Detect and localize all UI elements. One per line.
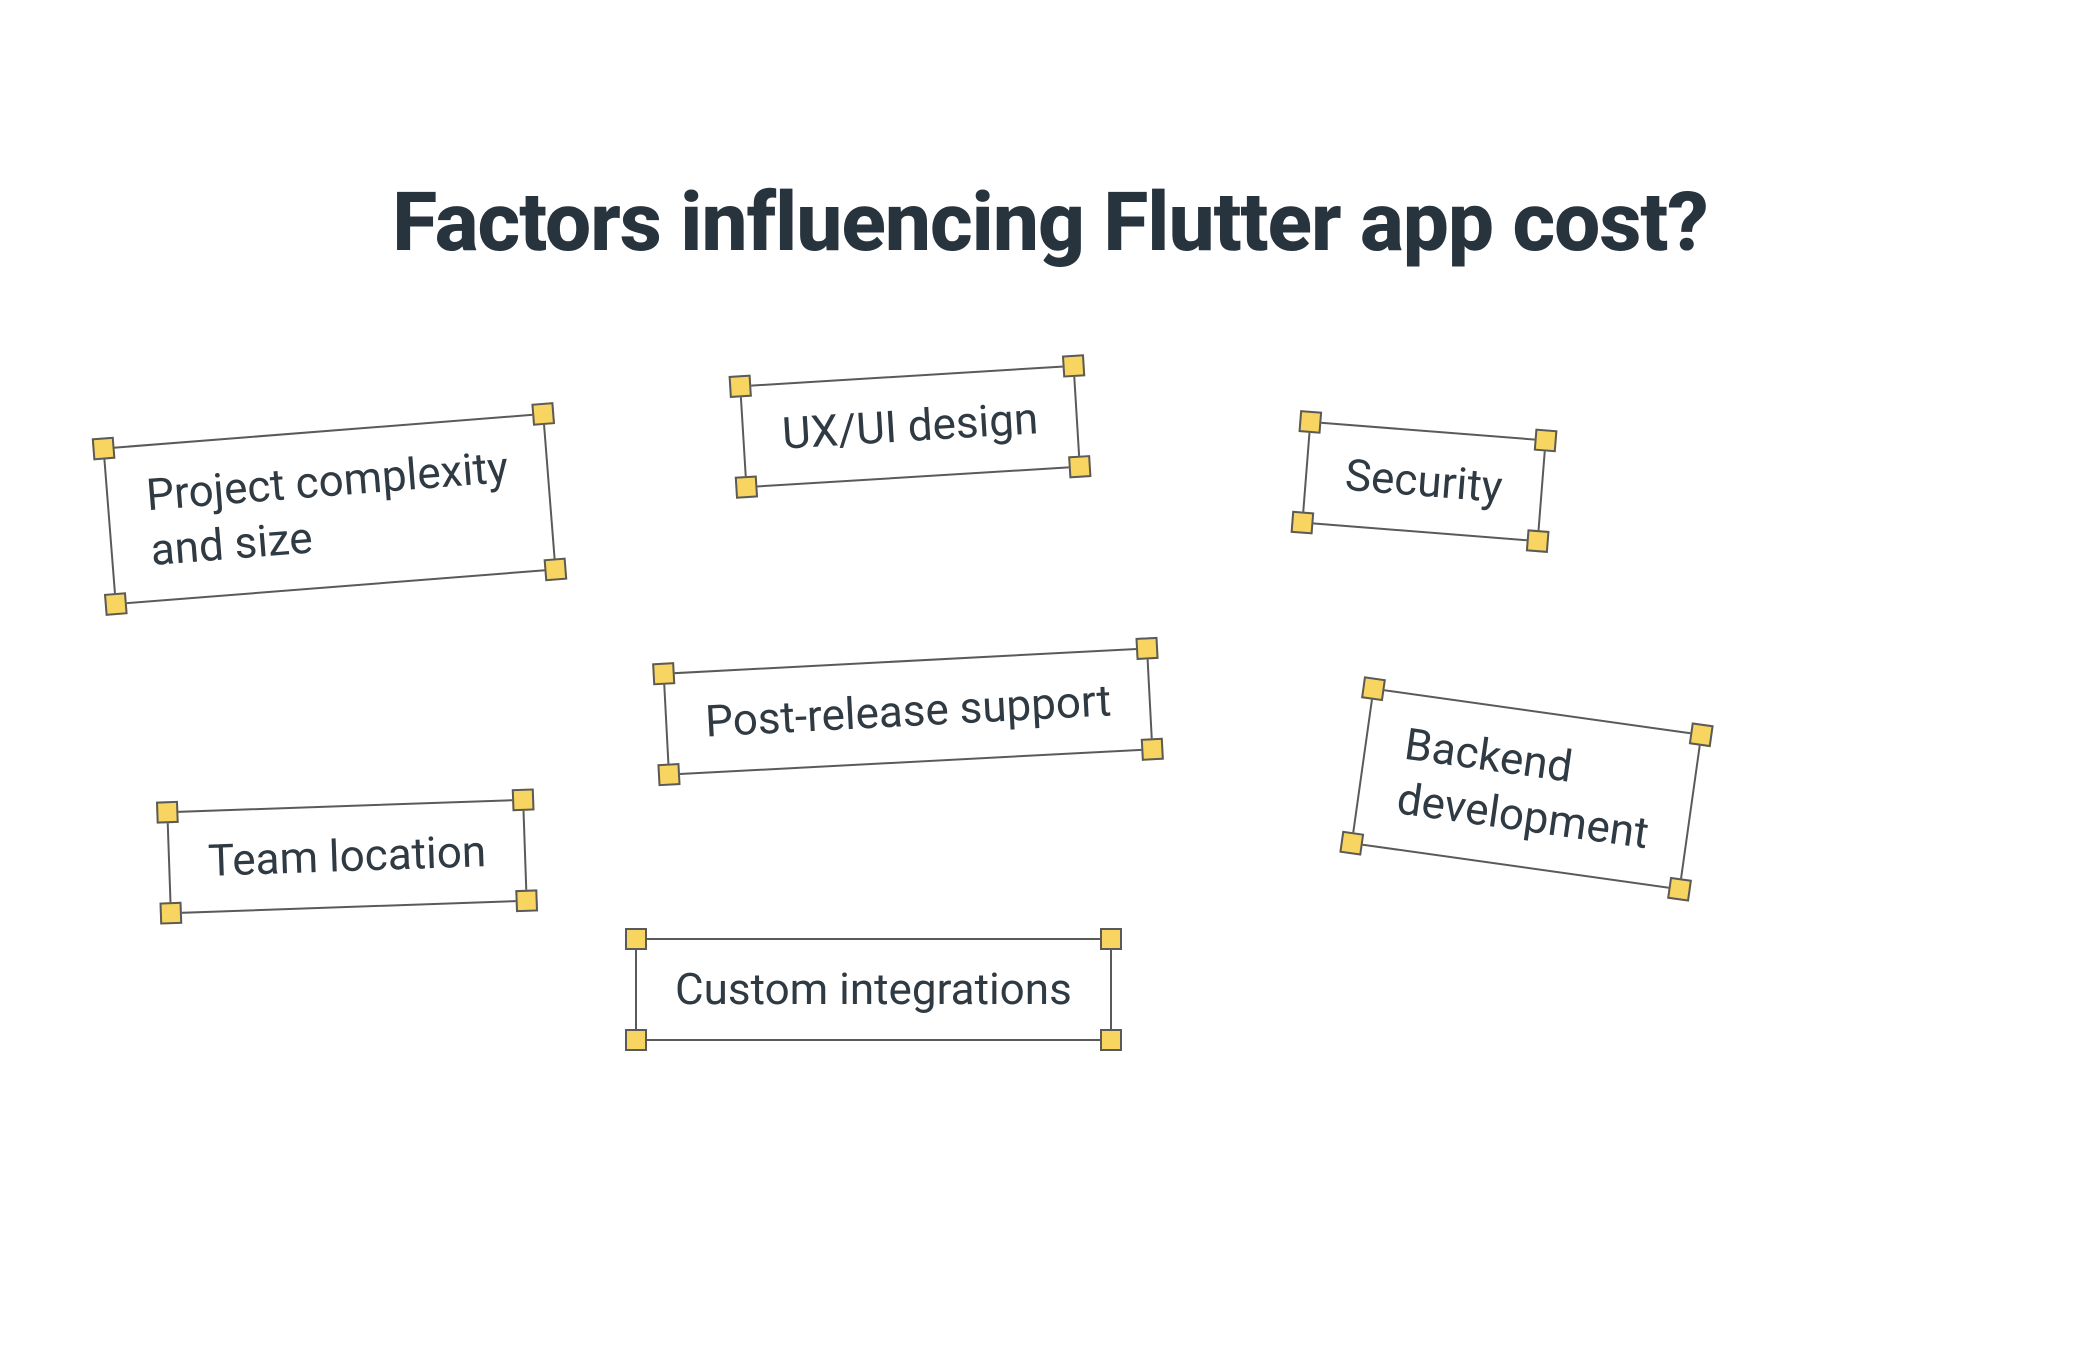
selection-handle-tl bbox=[729, 375, 752, 398]
factor-box: Security bbox=[1301, 421, 1546, 542]
factor-label: Project complexity and size bbox=[144, 441, 510, 576]
selection-handle-tl bbox=[92, 437, 116, 461]
factor-ux-ui-design: UX/UI design bbox=[739, 365, 1081, 488]
selection-handle-tl bbox=[1298, 410, 1322, 434]
factor-project-complexity: Project complexity and size bbox=[102, 413, 556, 605]
selection-handle-tr bbox=[1689, 722, 1714, 747]
selection-handle-br bbox=[1525, 529, 1549, 553]
factor-label: UX/UI design bbox=[781, 392, 1040, 460]
factor-post-release: Post-release support bbox=[663, 647, 1154, 775]
selection-handle-bl bbox=[735, 475, 758, 498]
selection-handle-br bbox=[1068, 455, 1091, 478]
selection-handle-bl bbox=[657, 763, 680, 786]
selection-handle-bl bbox=[1291, 511, 1315, 535]
selection-handle-br bbox=[1667, 877, 1692, 902]
factor-security: Security bbox=[1301, 421, 1546, 542]
factor-box: Backend development bbox=[1351, 688, 1703, 891]
selection-handle-bl bbox=[104, 592, 128, 616]
factor-box: Post-release support bbox=[663, 647, 1154, 775]
factor-custom-integrations: Custom integrations bbox=[635, 938, 1112, 1041]
diagram-title: Factors influencing Flutter app cost? bbox=[0, 175, 2100, 271]
factor-box: UX/UI design bbox=[739, 365, 1081, 488]
factor-label: Custom integrations bbox=[675, 963, 1072, 1015]
factor-box: Team location bbox=[166, 799, 528, 914]
factor-backend-dev: Backend development bbox=[1351, 688, 1703, 891]
selection-handle-tl bbox=[625, 928, 647, 950]
factor-label: Backend development bbox=[1394, 718, 1652, 859]
selection-handle-tl bbox=[156, 801, 179, 824]
selection-handle-tr bbox=[1136, 637, 1159, 660]
factor-box: Project complexity and size bbox=[102, 413, 556, 605]
selection-handle-br bbox=[543, 558, 567, 582]
factor-box: Custom integrations bbox=[635, 938, 1112, 1041]
selection-handle-tr bbox=[531, 402, 555, 426]
factor-team-location: Team location bbox=[166, 799, 528, 914]
selection-handle-tr bbox=[1100, 928, 1122, 950]
selection-handle-tl bbox=[652, 662, 675, 685]
selection-handle-tr bbox=[512, 788, 535, 811]
selection-handle-tl bbox=[1361, 676, 1386, 701]
selection-handle-br bbox=[1100, 1029, 1122, 1051]
selection-handle-bl bbox=[625, 1029, 647, 1051]
factor-label: Post-release support bbox=[704, 674, 1113, 747]
selection-handle-bl bbox=[1339, 831, 1364, 856]
selection-handle-bl bbox=[159, 902, 182, 925]
factor-label: Team location bbox=[207, 825, 487, 887]
selection-handle-br bbox=[1141, 738, 1164, 761]
selection-handle-tr bbox=[1533, 429, 1557, 453]
factor-label: Security bbox=[1343, 449, 1504, 513]
selection-handle-br bbox=[515, 889, 538, 912]
selection-handle-tr bbox=[1062, 354, 1085, 377]
